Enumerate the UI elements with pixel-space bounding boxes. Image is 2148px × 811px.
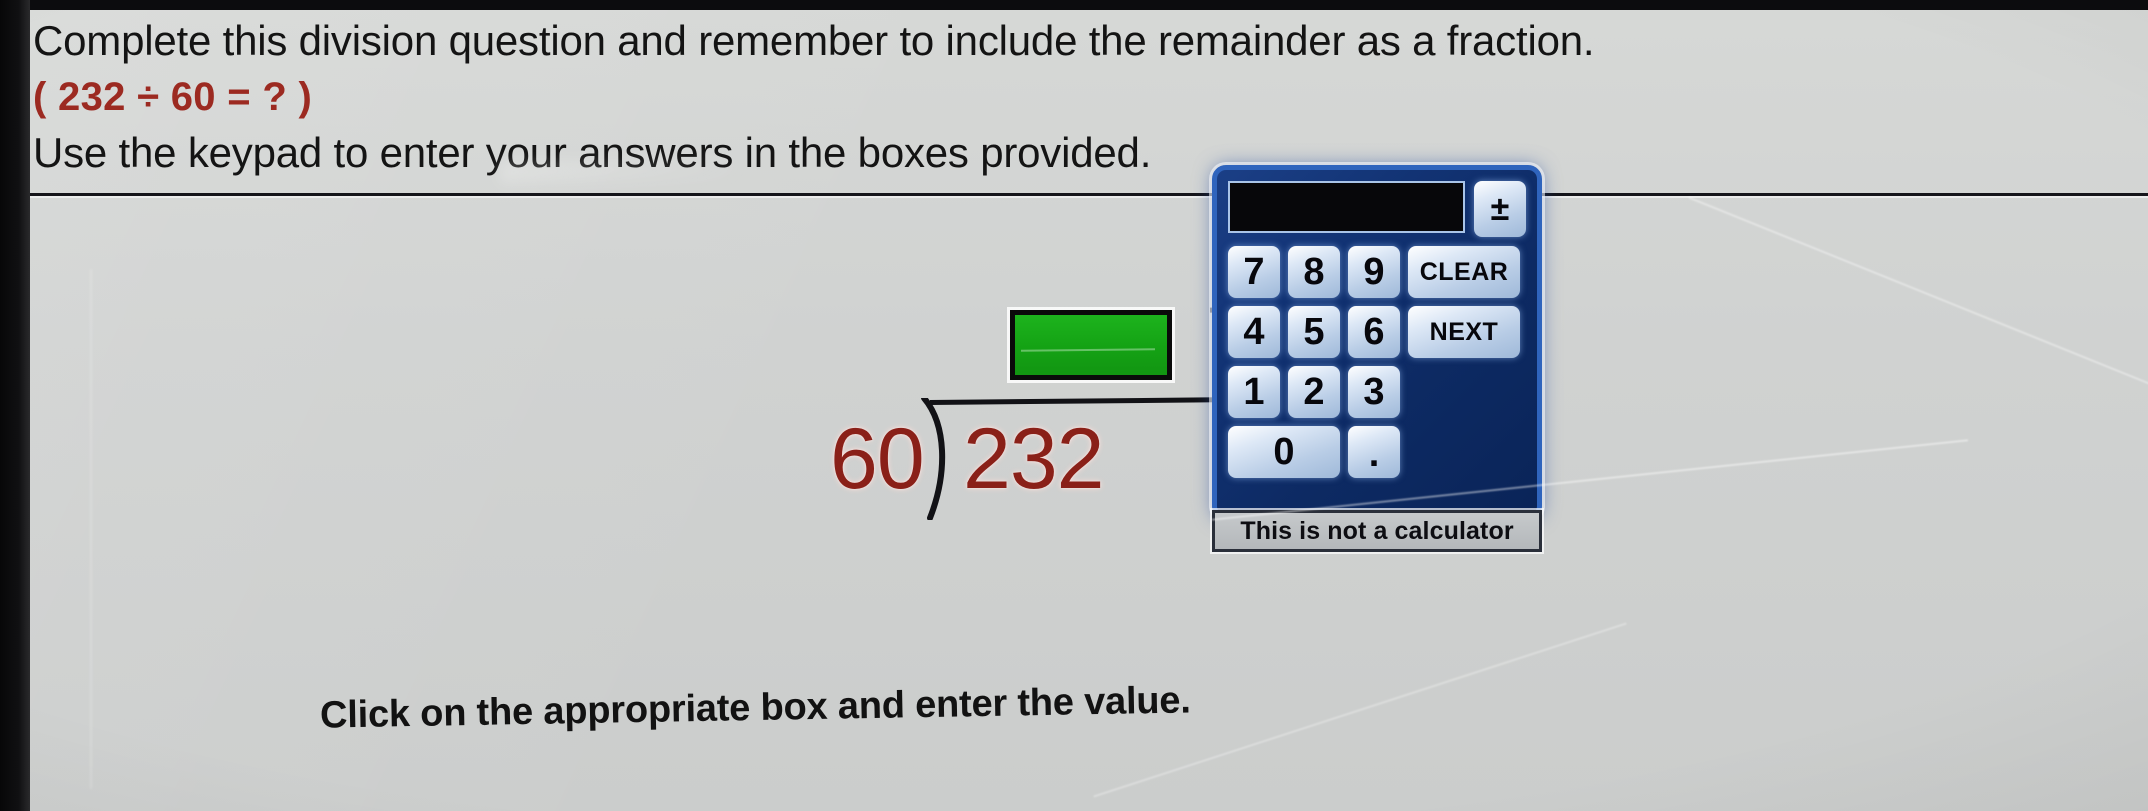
keypad-row-789: 7 8 9 CLEAR [1228,246,1526,298]
clear-button[interactable]: CLEAR [1408,246,1520,298]
keypad-panel: ± 7 8 9 CLEAR 4 5 6 NEXT 1 2 3 0 . [1212,165,1542,520]
next-button[interactable]: NEXT [1408,306,1520,358]
division-bracket-icon [918,398,958,520]
key-3[interactable]: 3 [1348,366,1400,418]
quotient-answer-box[interactable] [1010,310,1172,380]
key-1[interactable]: 1 [1228,366,1280,418]
keypad-key-rows: 7 8 9 CLEAR 4 5 6 NEXT 1 2 3 0 . [1228,246,1526,478]
keypad-top-row: ± [1228,181,1526,237]
key-9[interactable]: 9 [1348,246,1400,298]
key-5[interactable]: 5 [1288,306,1340,358]
plus-minus-key[interactable]: ± [1474,181,1526,237]
key-6[interactable]: 6 [1348,306,1400,358]
keypad-row-zero: 0 . [1228,426,1526,478]
key-7[interactable]: 7 [1228,246,1280,298]
key-4[interactable]: 4 [1228,306,1280,358]
instruction-header: Complete this division question and reme… [30,9,2148,193]
worksheet-page: Complete this division question and reme… [30,9,2148,811]
screenshot-root: Complete this division question and reme… [0,0,2148,811]
key-0[interactable]: 0 [1228,426,1340,478]
instruction-line-1: Complete this division question and reme… [33,17,1595,64]
monitor-bezel-left [0,0,30,811]
divisor-value: 60 [830,411,925,507]
monitor-bezel-top [0,0,2148,10]
key-decimal-point[interactable]: . [1348,426,1400,478]
problem-expression: ( 232 ÷ 60 = ? ) [33,75,313,119]
keypad-row-123: 1 2 3 [1228,366,1526,418]
key-2[interactable]: 2 [1288,366,1340,418]
instruction-line-2: Use the keypad to enter your answers in … [33,129,1152,176]
key-8[interactable]: 8 [1288,246,1340,298]
not-a-calculator-label: This is not a calculator [1212,510,1542,552]
keypad-display[interactable] [1228,181,1465,233]
dividend-value: 232 [963,411,1104,507]
keypad-row-456: 4 5 6 NEXT [1228,306,1526,358]
bottom-hint-text: Click on the appropriate box and enter t… [319,679,1192,737]
division-vinculum [929,397,1231,405]
work-area: 60 232 Click on the appropriate box and … [30,165,2148,811]
